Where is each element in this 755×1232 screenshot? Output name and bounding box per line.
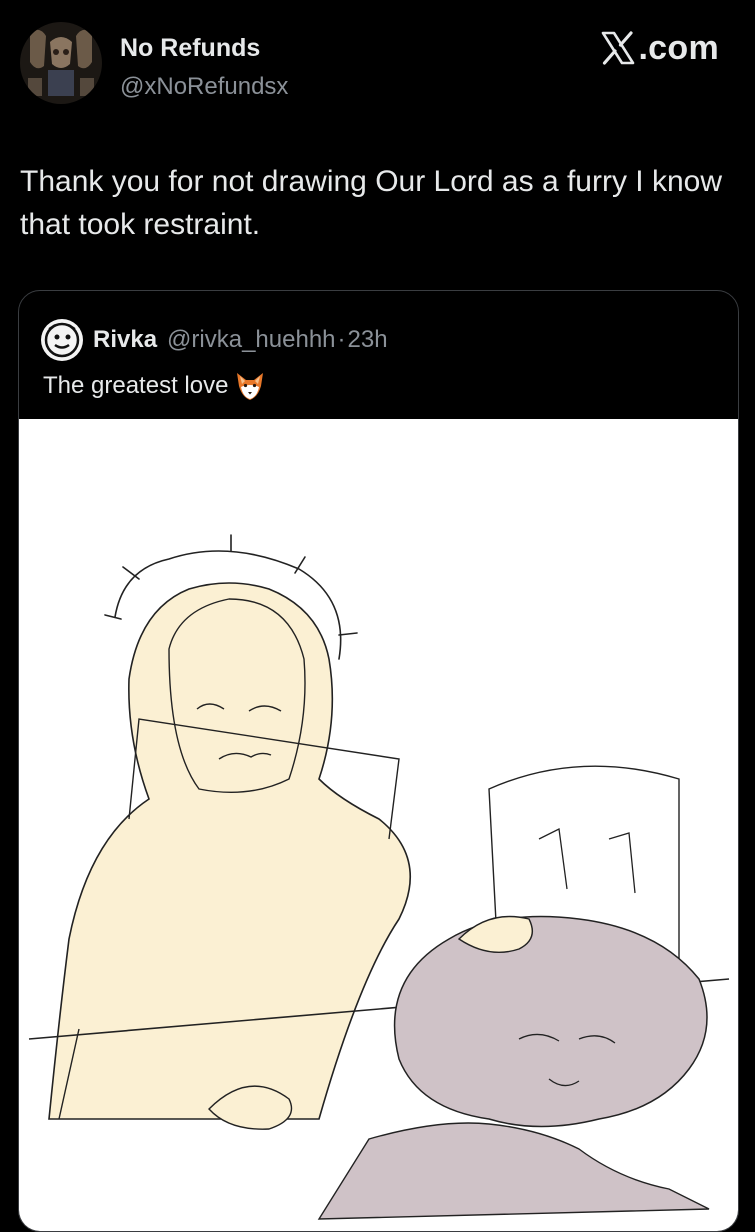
author-handle[interactable]: @xNoRefundsx	[120, 73, 288, 101]
post-text: Thank you for not drawing Our Lord as a …	[20, 165, 722, 241]
drawing-furry-figure	[393, 915, 708, 1128]
quoted-author-name[interactable]: Rivka	[93, 326, 157, 354]
author-avatar-image	[20, 22, 102, 104]
author-avatar[interactable]	[20, 22, 102, 104]
quoted-post-text: The greatest love	[43, 372, 229, 399]
quoted-author-handle[interactable]: @rivka_huehhh	[167, 326, 335, 354]
quoted-author-avatar-image	[41, 319, 83, 361]
drawing-robe	[48, 582, 411, 1120]
quoted-post-text-row: The greatest love	[43, 370, 266, 402]
x-logo-icon	[602, 31, 635, 65]
author-display-name[interactable]: No Refunds	[120, 34, 260, 63]
quoted-post-separator: ·	[337, 326, 346, 353]
quoted-post-header: Rivka @rivka_huehhh · 23h	[41, 319, 388, 361]
fox-face-icon	[237, 373, 264, 400]
quoted-post-card[interactable]: Rivka @rivka_huehhh · 23h The greatest lov…	[18, 290, 739, 1232]
quoted-author-avatar[interactable]	[41, 319, 83, 361]
drawing-illustration	[28, 534, 730, 1220]
brand-suffix: .com	[638, 29, 719, 67]
x-brand: .com	[600, 30, 719, 66]
post-header: No Refunds @xNoRefundsx .com	[0, 0, 755, 120]
quoted-post-timestamp[interactable]: 23h	[348, 326, 388, 354]
quoted-post-image[interactable]	[19, 419, 738, 1231]
